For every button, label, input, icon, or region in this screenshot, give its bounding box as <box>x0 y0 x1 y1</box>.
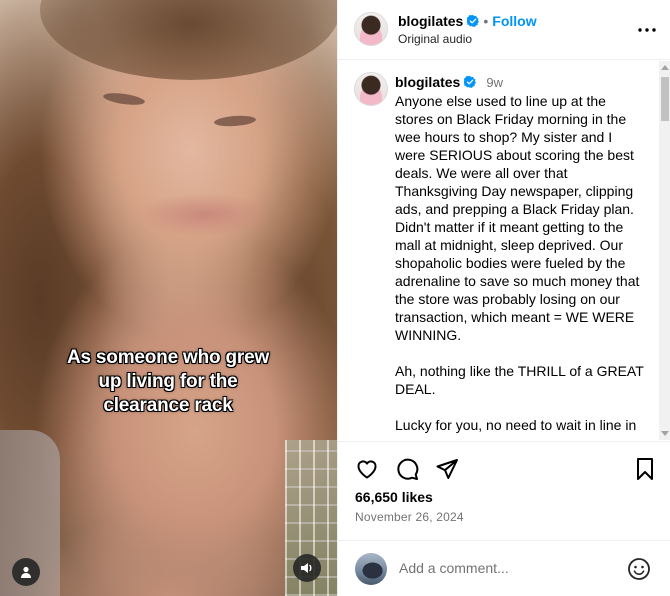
comment-icon <box>397 458 419 480</box>
caption-line: clearance rack <box>103 395 233 416</box>
person-icon <box>21 566 31 578</box>
bookmark-icon <box>637 458 653 480</box>
likes-count[interactable]: 66,650 likes <box>355 489 433 505</box>
post-media[interactable]: As someone who grew up living for the cl… <box>0 0 337 596</box>
author-row: blogilates • Follow <box>398 13 537 29</box>
comment-input[interactable] <box>399 557 619 579</box>
caption-paragraph: Lucky for you, no need to wait in line i… <box>395 417 637 433</box>
caption-paragraph: Anyone else used to line up at the store… <box>395 93 640 343</box>
heart-icon <box>357 460 377 479</box>
share-button[interactable] <box>434 456 460 482</box>
verified-badge-icon <box>464 76 477 88</box>
scroll-up-arrow-icon[interactable] <box>661 65 669 70</box>
caption-line: up living for the <box>98 371 238 392</box>
media-hair <box>40 0 337 80</box>
emoji-icon <box>628 558 650 580</box>
more-horizontal-icon <box>638 28 656 32</box>
comments-scrollbar[interactable] <box>659 61 670 440</box>
caption-timestamp[interactable]: 9w <box>486 75 503 90</box>
comments-section[interactable]: blogilates 9w Anyone else used to line u… <box>338 61 670 440</box>
follow-button[interactable]: Follow <box>492 13 536 29</box>
caption-username[interactable]: blogilates <box>395 74 460 90</box>
speaker-icon <box>301 563 312 573</box>
more-options-button[interactable] <box>635 18 659 42</box>
post-date[interactable]: November 26, 2024 <box>355 510 464 524</box>
verified-badge-icon <box>467 15 480 27</box>
video-caption-overlay: As someone who grew up living for the cl… <box>30 346 306 418</box>
comment-button[interactable] <box>394 456 420 482</box>
caption-header: blogilates 9w <box>395 74 503 90</box>
caption-paragraph: Ah, nothing like the THRILL of a GREAT D… <box>395 363 644 397</box>
emoji-button[interactable] <box>627 557 651 581</box>
original-audio-link[interactable]: Original audio <box>398 32 472 46</box>
like-button[interactable] <box>354 456 380 482</box>
post-header: blogilates • Follow Original audio <box>338 0 670 60</box>
scrollbar-thumb[interactable] <box>661 77 669 121</box>
post-details-panel: blogilates • Follow Original audio blogi… <box>337 0 670 596</box>
current-user-avatar <box>355 553 387 585</box>
media-eye-right <box>213 114 257 128</box>
author-avatar[interactable] <box>354 12 388 46</box>
add-comment-bar <box>338 540 670 596</box>
caption-author-avatar[interactable] <box>354 72 388 106</box>
mute-toggle-button[interactable] <box>293 554 321 582</box>
scroll-down-arrow-icon[interactable] <box>661 431 669 436</box>
caption-line: As someone who grew <box>66 347 270 368</box>
caption-text: Anyone else used to line up at the store… <box>395 92 645 440</box>
send-icon <box>436 459 458 479</box>
author-username[interactable]: blogilates <box>398 13 463 29</box>
media-eye-left <box>102 91 146 107</box>
tagged-users-button[interactable] <box>12 558 40 586</box>
save-button[interactable] <box>632 456 658 482</box>
separator-dot: • <box>483 13 489 29</box>
